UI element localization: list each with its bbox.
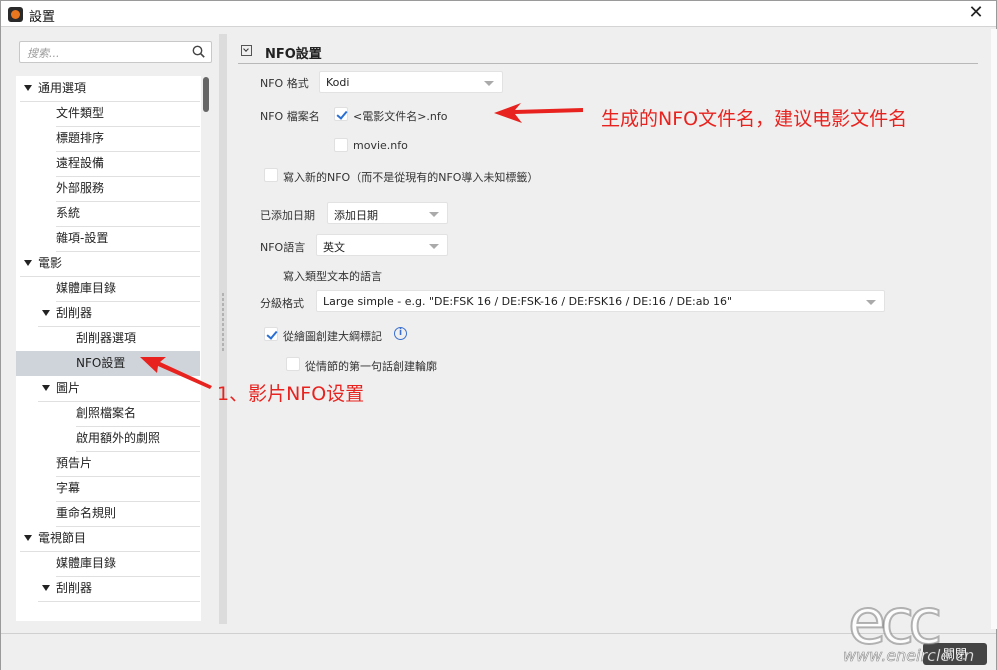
annotation-nfo-note: 1、影片NFO设置 (217, 383, 365, 405)
annotation-filename-note: 生成的NFO文件名，建议电影文件名 (601, 108, 908, 130)
watermark-url: www.eneircle.cn (843, 646, 975, 666)
annotation-arrows (140, 103, 583, 389)
annotation-arrow-filename (494, 103, 583, 123)
annotation-arrow-nfo (140, 357, 212, 389)
